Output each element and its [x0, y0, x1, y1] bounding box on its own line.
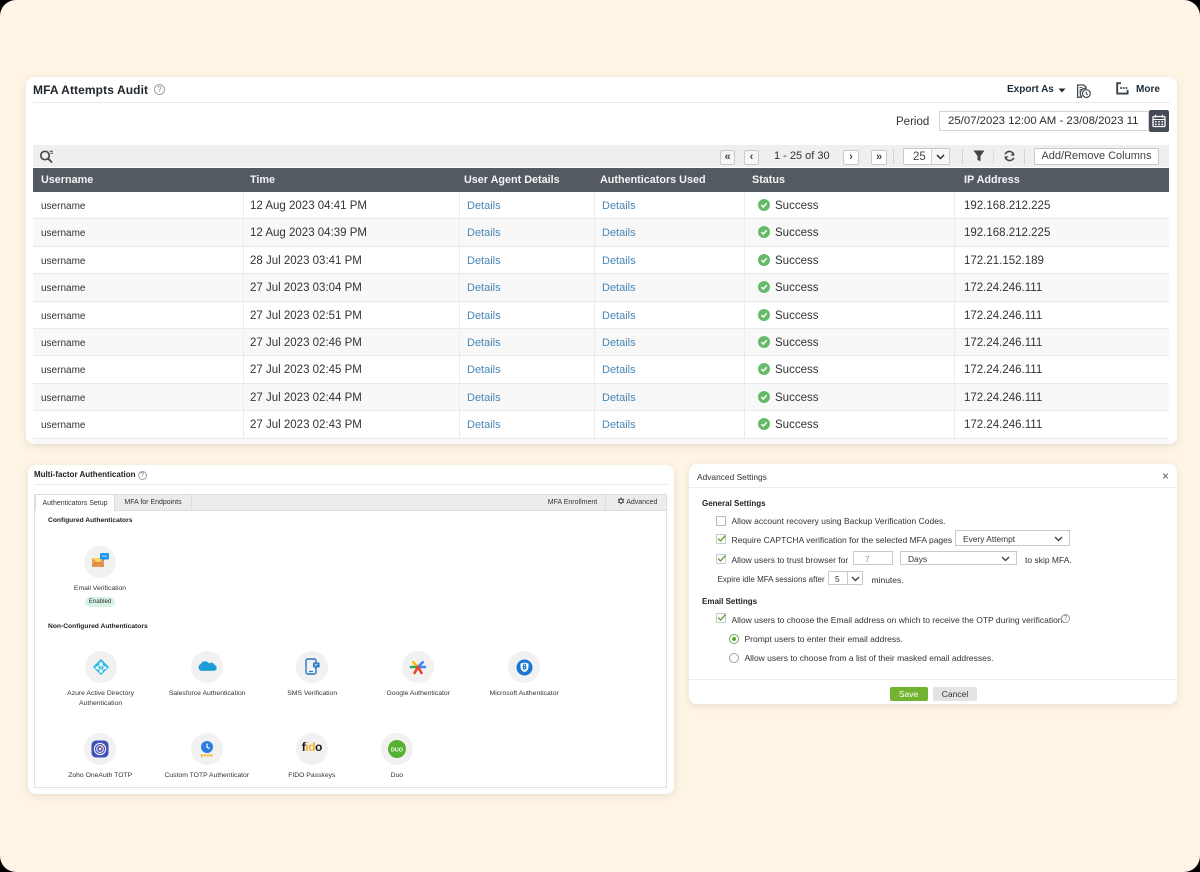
svg-text:DUO: DUO [391, 747, 403, 753]
